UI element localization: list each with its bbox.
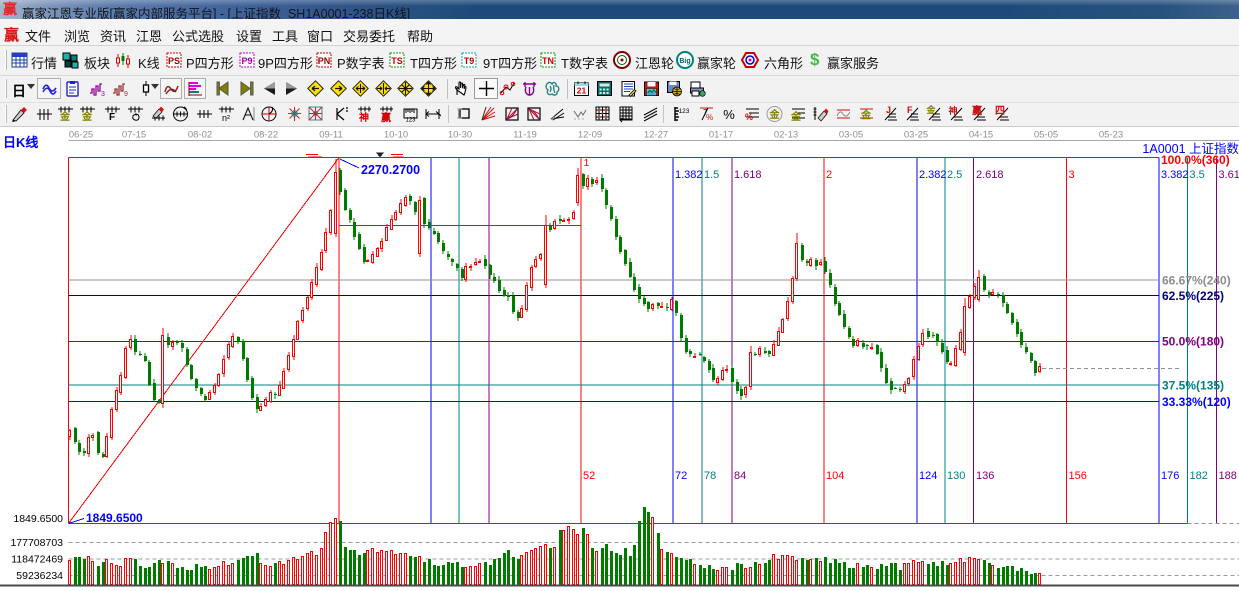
svg-text:12-27: 12-27: [644, 130, 668, 141]
svg-text:136: 136: [976, 470, 994, 482]
svg-text:3.5: 3.5: [1190, 169, 1205, 181]
svg-text:%: %: [723, 107, 735, 122]
svg-text:12-09: 12-09: [578, 130, 602, 141]
svg-text:3: 3: [101, 91, 105, 97]
svg-text:1A0001 上证指数: 1A0001 上证指数: [1142, 141, 1239, 156]
svg-text:11-19: 11-19: [513, 130, 537, 141]
svg-text:J: J: [886, 105, 891, 115]
svg-text:156: 156: [1069, 470, 1087, 482]
svg-text:01-17: 01-17: [709, 130, 733, 141]
svg-text:F: F: [109, 112, 115, 123]
svg-text:PN: PN: [318, 56, 331, 66]
svg-text:07-15: 07-15: [122, 130, 146, 141]
svg-text:Big: Big: [679, 58, 690, 65]
svg-text:金: 金: [81, 110, 93, 123]
svg-text:%: %: [706, 113, 713, 122]
svg-text:182: 182: [1190, 470, 1208, 482]
svg-text:1.5: 1.5: [704, 169, 719, 181]
svg-text:62.5%(225): 62.5%(225): [1162, 289, 1224, 303]
svg-text:F: F: [907, 105, 913, 115]
svg-text:104: 104: [826, 470, 844, 482]
svg-text:金: 金: [769, 108, 781, 121]
svg-text:06-25: 06-25: [69, 130, 93, 141]
svg-text:37.5%(135): 37.5%(135): [1162, 379, 1224, 393]
svg-text:2.618: 2.618: [976, 169, 1004, 181]
svg-text:130: 130: [947, 470, 965, 482]
svg-text:52: 52: [583, 470, 595, 482]
svg-text:177708703: 177708703: [10, 537, 63, 549]
svg-text:84: 84: [734, 470, 746, 482]
svg-text:02-13: 02-13: [774, 130, 798, 141]
svg-text:赢: 赢: [972, 105, 982, 117]
svg-text:10-30: 10-30: [448, 130, 472, 141]
svg-text:%: %: [745, 112, 753, 122]
svg-text:188: 188: [1219, 470, 1237, 482]
svg-text:TS: TS: [391, 56, 403, 66]
svg-text:1.382: 1.382: [675, 169, 703, 181]
svg-text:3.618: 3.618: [1219, 169, 1239, 181]
svg-text:1: 1: [584, 157, 590, 169]
svg-text:2.5: 2.5: [947, 169, 962, 181]
svg-text:2: 2: [826, 169, 832, 181]
svg-text:10-10: 10-10: [384, 130, 408, 141]
svg-text:9: 9: [124, 91, 128, 97]
svg-text:PS: PS: [168, 56, 180, 66]
svg-text:神: 神: [359, 111, 369, 123]
svg-text:123: 123: [405, 118, 416, 124]
svg-text:124: 124: [919, 470, 937, 482]
svg-text:n²: n²: [222, 113, 230, 123]
svg-text:金: 金: [59, 110, 71, 123]
svg-text:118472469: 118472469: [11, 554, 63, 566]
svg-text:123: 123: [679, 108, 689, 115]
svg-text:2.382: 2.382: [919, 169, 947, 181]
svg-text:1.618: 1.618: [734, 169, 762, 181]
svg-text:神: 神: [948, 105, 957, 116]
svg-text:1849.6500: 1849.6500: [13, 513, 63, 525]
svg-text:59236234: 59236234: [16, 570, 63, 582]
svg-text:09-11: 09-11: [319, 130, 343, 141]
svg-text:176: 176: [1161, 470, 1179, 482]
svg-text:05-05: 05-05: [1034, 130, 1058, 141]
svg-text:金: 金: [790, 110, 802, 123]
svg-text:05-23: 05-23: [1099, 130, 1123, 141]
svg-text:72: 72: [675, 470, 687, 482]
svg-text:金: 金: [926, 105, 936, 115]
svg-text:21: 21: [577, 86, 587, 96]
svg-text:四: 四: [995, 105, 1005, 117]
svg-text:3: 3: [1069, 169, 1075, 181]
svg-text:66.67%(240): 66.67%(240): [1162, 274, 1231, 288]
svg-text:03-25: 03-25: [904, 130, 928, 141]
svg-text:08-22: 08-22: [254, 130, 278, 141]
svg-text:P9: P9: [241, 56, 252, 66]
svg-text:2270.2700: 2270.2700: [361, 163, 420, 177]
svg-text:3.382: 3.382: [1161, 169, 1189, 181]
svg-text:赢: 赢: [381, 111, 391, 123]
svg-text:1849.6500: 1849.6500: [86, 511, 143, 525]
svg-text:T9: T9: [464, 56, 475, 66]
svg-text:TN: TN: [542, 56, 554, 66]
svg-text:金: 金: [860, 109, 872, 122]
svg-text:78: 78: [704, 470, 716, 482]
svg-text:08-02: 08-02: [188, 130, 212, 141]
svg-text:33.33%(120): 33.33%(120): [1162, 395, 1231, 409]
svg-text:03-05: 03-05: [839, 130, 863, 141]
svg-text:50.0%(180): 50.0%(180): [1162, 335, 1224, 349]
svg-text:日K线: 日K线: [3, 135, 38, 150]
svg-text:04-15: 04-15: [969, 130, 993, 141]
